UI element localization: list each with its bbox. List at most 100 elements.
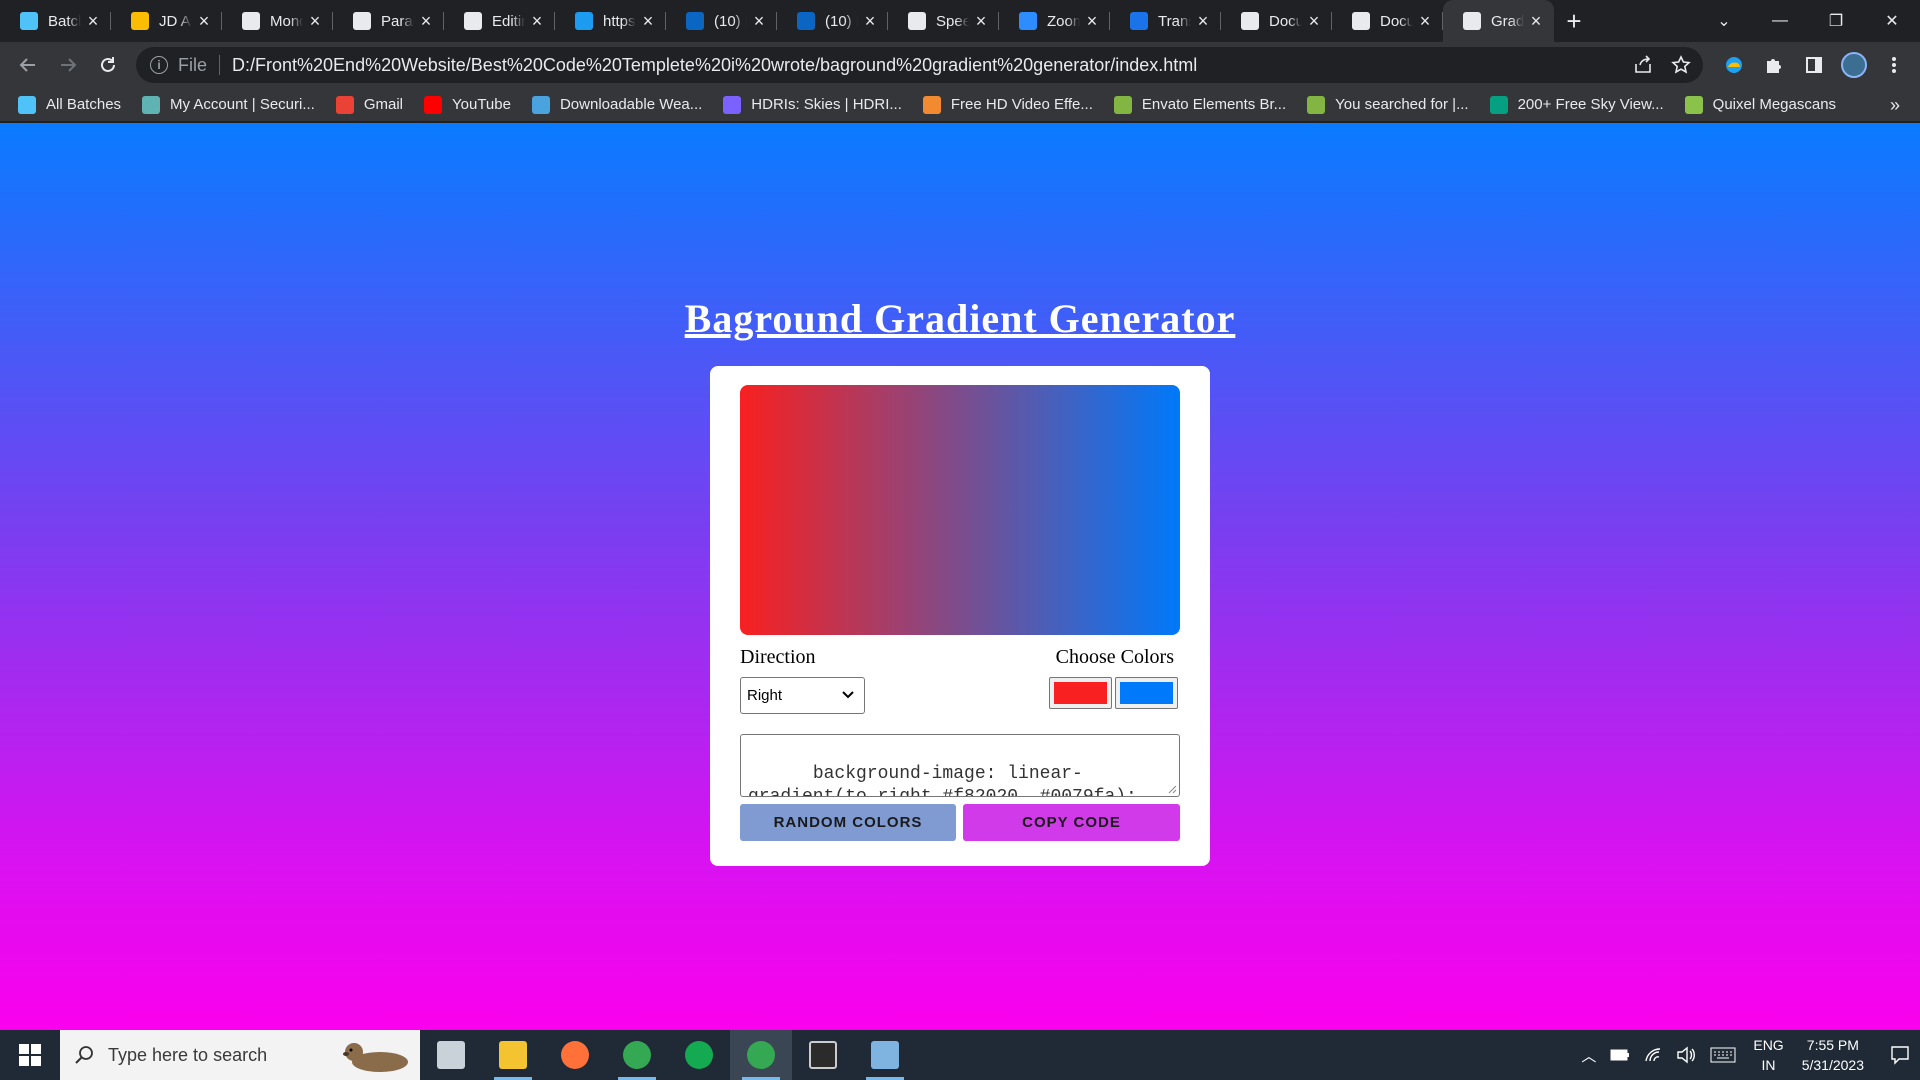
browser-tab[interactable]: Editing× [444,0,555,42]
taskbar-app-button[interactable] [792,1030,854,1080]
close-tab-icon[interactable]: × [307,11,323,31]
github-icon [353,12,371,30]
close-tab-icon[interactable]: × [1084,11,1100,31]
bookmark-item[interactable]: You searched for |... [1307,95,1469,114]
extensions-button[interactable] [1754,45,1794,85]
mongodb-icon [685,1041,713,1069]
close-tab-icon[interactable]: × [529,11,545,31]
bookmark-item[interactable]: YouTube [424,95,511,114]
bookmark-item[interactable]: Quixel Megascans [1684,95,1836,114]
close-tab-icon[interactable]: × [1417,11,1433,31]
css-code-textarea[interactable]: background-image: linear-gradient(to rig… [740,734,1180,797]
browser-tab[interactable]: JD Aim× [111,0,222,42]
back-button[interactable] [8,45,48,85]
taskbar-app-button[interactable] [854,1030,916,1080]
random-colors-button[interactable]: RANDOM COLORS [740,804,956,841]
tray-overflow-icon[interactable]: ︿ [1581,1045,1596,1066]
browser-tab[interactable]: Paradox× [333,0,444,42]
chrome-icon [623,1041,651,1069]
scheme-label: File [178,54,208,75]
browser-tab[interactable]: (10) LinkedIn× [666,0,777,42]
taskbar-app-button[interactable] [544,1030,606,1080]
browser-tab[interactable]: Document× [1221,0,1332,42]
taskbar-app-button[interactable] [606,1030,668,1080]
choose-colors-label: Choose Colors [1055,646,1174,668]
reload-icon [101,57,115,72]
close-tab-icon[interactable]: × [1195,11,1211,31]
taskbar-app-button[interactable] [730,1030,792,1080]
extension-button[interactable] [1714,45,1754,85]
close-tab-icon[interactable]: × [1306,11,1322,31]
taskbar-app-button[interactable] [420,1030,482,1080]
keyboard-icon[interactable] [1710,1047,1736,1063]
reload-button[interactable] [88,45,128,85]
bookmark-label: Envato Elements Br... [1141,96,1287,113]
taskbar-search[interactable]: Type here to search [60,1030,420,1080]
taskbar-app-button[interactable] [668,1030,730,1080]
edge-extension-icon [1726,57,1742,73]
generator-card: Direction Choose Colors Right background… [710,366,1210,866]
batch-icon [18,95,36,114]
start-button[interactable] [0,1030,60,1080]
browser-tab[interactable]: Translate× [1110,0,1221,42]
minimize-icon[interactable]: — [1752,0,1808,42]
bookmark-item[interactable]: Gmail [335,95,403,114]
direction-select[interactable]: Right [740,677,865,714]
restore-icon[interactable]: ❐ [1808,0,1864,42]
page-title: Baground Gradient Generator [684,296,1236,341]
bookmark-item[interactable]: All Batches [18,95,121,114]
color-picker-2[interactable] [1115,677,1178,709]
bookmark-item[interactable]: Envato Elements Br... [1113,95,1287,114]
close-tab-icon[interactable]: × [973,11,989,31]
close-tab-icon[interactable]: × [196,11,212,31]
tab-title: (10) LinkedIn [825,12,858,30]
close-window-icon[interactable]: ✕ [1864,0,1920,42]
close-tab-icon[interactable]: × [640,11,656,31]
side-panel-button[interactable] [1794,45,1834,85]
bookmark-item[interactable]: HDRIs: Skies | HDRI... [723,95,902,114]
close-tab-icon[interactable]: × [418,11,434,31]
browser-tab[interactable]: Speed× [888,0,999,42]
tab-strip: Batches×JD Aim×Monday×Paradox×Editing×ht… [0,0,1920,42]
browser-tab[interactable]: Monday× [222,0,333,42]
bookmark-item[interactable]: Free HD Video Effe... [922,95,1093,114]
gradient-preview [740,385,1180,635]
bookmark-item[interactable]: 200+ Free Sky View... [1489,95,1664,114]
bookmark-star-icon[interactable] [1671,55,1691,75]
close-tab-icon[interactable]: × [1528,11,1544,31]
resize-grip-icon[interactable] [1167,784,1177,794]
clock-date: 5/31/2023 [1801,1057,1864,1073]
browser-tab[interactable]: Zoom × [999,0,1110,42]
taskbar-app-button[interactable] [482,1030,544,1080]
url-text[interactable]: D:/Front%20End%20Website/Best%20Code%20T… [232,55,1197,76]
browser-tab[interactable]: Gradient× [1443,0,1554,42]
new-tab-button[interactable]: + [1554,0,1594,42]
battery-icon[interactable] [1610,1049,1630,1061]
browser-tab[interactable]: Batches× [0,0,111,42]
tab-search-icon[interactable]: ⌄ [1696,0,1752,42]
language-indicator[interactable]: ENG IN [1753,1035,1783,1075]
copy-code-button[interactable]: COPY CODE [963,804,1180,841]
menu-button[interactable] [1874,45,1914,85]
tab-title: Editing [492,12,525,30]
bookmarks-overflow-icon[interactable]: » [1890,88,1900,122]
address-bar[interactable]: i File D:/Front%20End%20Website/Best%20C… [136,47,1703,83]
volume-icon[interactable] [1676,1046,1696,1064]
share-icon[interactable] [1633,55,1653,75]
bookmark-item[interactable]: Downloadable Wea... [531,95,702,114]
close-tab-icon[interactable]: × [85,11,101,31]
bookmark-item[interactable]: My Account | Securi... [142,95,315,114]
browser-tab[interactable]: https × [555,0,666,42]
profile-button[interactable] [1834,45,1874,85]
forward-button[interactable] [48,45,88,85]
notifications-button[interactable] [1880,1045,1920,1065]
browser-tab[interactable]: (10) LinkedIn× [777,0,888,42]
color-picker-1[interactable] [1049,677,1112,709]
browser-tab[interactable]: Document× [1332,0,1443,42]
close-tab-icon[interactable]: × [862,11,878,31]
clock[interactable]: 7:55 PM 5/31/2023 [1802,1035,1864,1075]
site-info-icon[interactable]: i [150,56,168,74]
youtube-icon [424,95,443,114]
close-tab-icon[interactable]: × [751,11,767,31]
wifi-icon[interactable] [1644,1047,1662,1063]
